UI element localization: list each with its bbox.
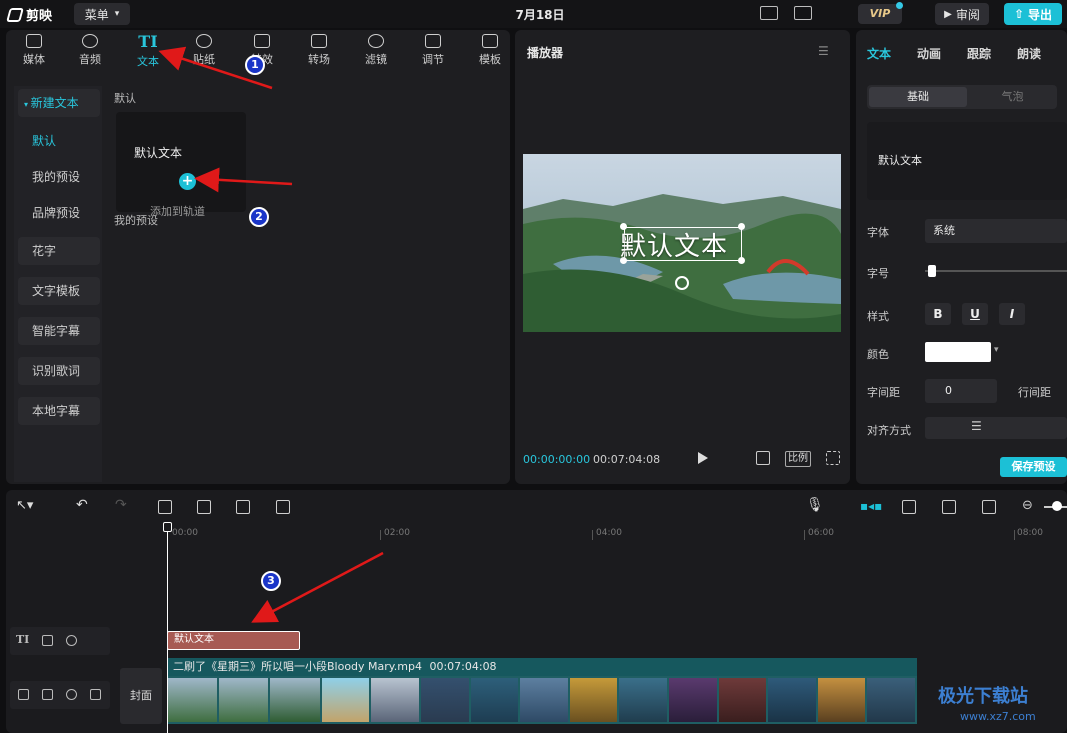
annotation-badge-2: 2	[249, 207, 269, 227]
annotation-badge-3: 3	[261, 571, 281, 591]
annotation-badge-1: 1	[245, 55, 265, 75]
arrow-to-add-button	[194, 167, 293, 193]
annotation-arrows	[158, 46, 384, 623]
